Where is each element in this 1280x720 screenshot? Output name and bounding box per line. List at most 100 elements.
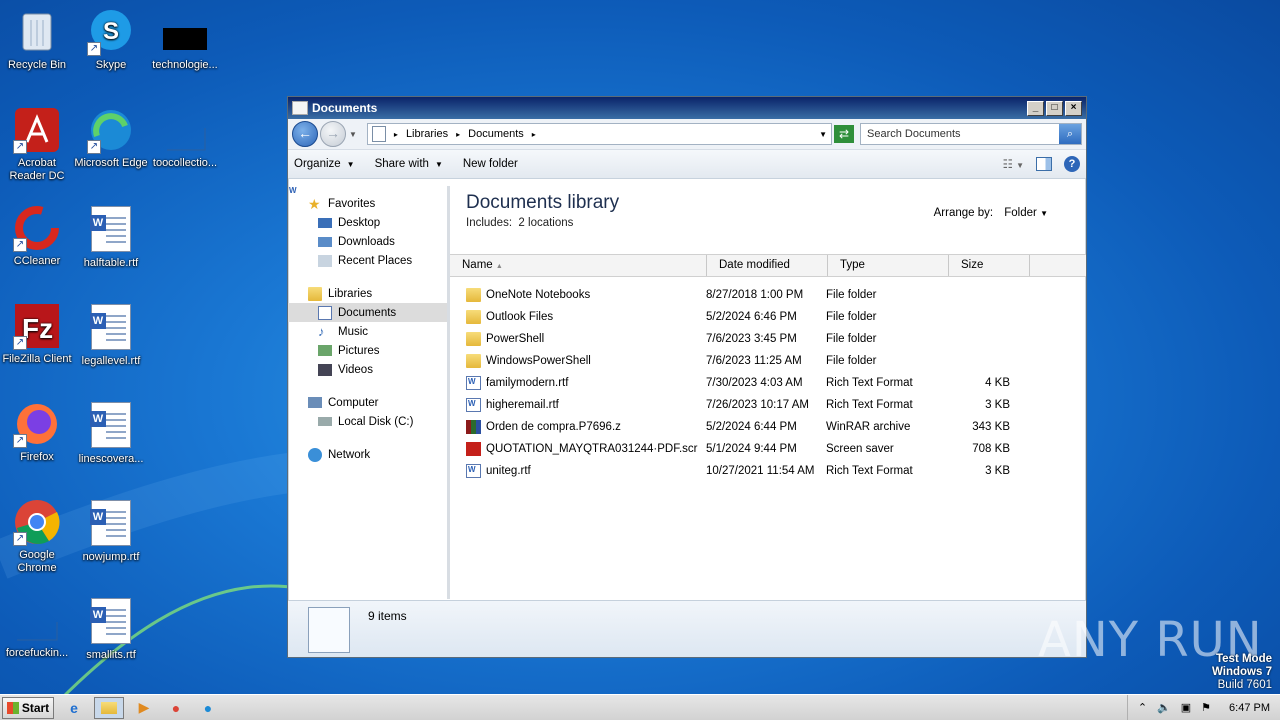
includes-label: Includes: bbox=[466, 217, 513, 229]
help-icon[interactable]: ? bbox=[1064, 156, 1080, 172]
file-row[interactable]: familymodern.rtf 7/30/2023 4:03 AM Rich Te… bbox=[450, 372, 1086, 394]
minimize-button[interactable]: _ bbox=[1027, 100, 1044, 116]
folder-icon bbox=[466, 288, 481, 302]
nav-downloads[interactable]: Downloads bbox=[288, 232, 447, 251]
address-field[interactable]: ▸ Libraries ▸ Documents ▸ ▼ bbox=[366, 123, 832, 145]
nav-recent-places[interactable]: Recent Places bbox=[288, 251, 447, 270]
desktop-icon-filezilla[interactable]: Fz ↗ FileZilla Client bbox=[0, 302, 74, 366]
maximize-button[interactable]: □ bbox=[1046, 100, 1063, 116]
desktop-icon-smallits[interactable]: W smallits.rtf bbox=[74, 596, 148, 662]
file-type: Rich Text Format bbox=[826, 399, 913, 411]
breadcrumb-documents[interactable]: Documents bbox=[468, 128, 524, 140]
desktop-icon-skype[interactable]: S ↗ Skype bbox=[74, 8, 148, 72]
desktop-icon-linescovera[interactable]: W linescovera... bbox=[74, 400, 148, 466]
file-type: Rich Text Format bbox=[826, 377, 913, 389]
nav-libraries[interactable]: Libraries bbox=[288, 284, 447, 303]
desktop-icon-forcefuckin[interactable]: forcefuckin... bbox=[0, 596, 74, 660]
search-input[interactable]: Search Documents ⌕ bbox=[860, 123, 1082, 145]
file-type: File folder bbox=[826, 311, 877, 323]
file-row[interactable]: Orden de compra.P7696.z 5/2/2024 6:44 PM W… bbox=[450, 416, 1086, 438]
file-list: OneNote Notebooks 8/27/2018 1:00 PM File f… bbox=[450, 277, 1086, 482]
file-date: 5/1/2024 9:44 PM bbox=[706, 443, 797, 455]
desktop-icon-ccleaner[interactable]: ↗ CCleaner bbox=[0, 204, 74, 268]
new-folder-button[interactable]: New folder bbox=[463, 158, 518, 170]
rtf-icon bbox=[466, 376, 481, 390]
taskbar-edge-icon[interactable]: ● bbox=[196, 698, 220, 718]
shortcut-arrow-icon: ↗ bbox=[13, 140, 27, 154]
nav-computer[interactable]: Computer bbox=[288, 393, 447, 412]
network-tray-icon[interactable]: ▣ bbox=[1181, 701, 1191, 714]
chrome-icon: ↗ bbox=[13, 498, 61, 546]
column-type[interactable]: Type bbox=[828, 255, 949, 276]
address-dropdown-icon[interactable]: ▼ bbox=[819, 130, 827, 139]
desktop-icon-acrobat[interactable]: ↗ Acrobat Reader DC bbox=[0, 106, 74, 183]
back-button[interactable]: ← bbox=[292, 121, 318, 147]
nav-documents[interactable]: Documents bbox=[288, 303, 447, 322]
taskbar-media-player-icon[interactable]: ▶ bbox=[132, 698, 156, 718]
library-documents-icon bbox=[308, 607, 350, 653]
nav-pictures[interactable]: Pictures bbox=[288, 341, 447, 360]
arrange-by-dropdown[interactable]: Folder ▼ bbox=[1004, 207, 1048, 219]
desktop-icon-edge[interactable]: ↗ Microsoft Edge bbox=[74, 106, 148, 170]
nav-network[interactable]: Network bbox=[288, 445, 447, 464]
forward-button[interactable]: → bbox=[320, 121, 346, 147]
volume-icon[interactable]: 🔈 bbox=[1157, 701, 1171, 714]
rar-icon bbox=[466, 420, 481, 434]
file-name: familymodern.rtf bbox=[486, 377, 569, 389]
start-button[interactable]: Start bbox=[2, 696, 54, 719]
show-hidden-icons-icon[interactable]: ⌃ bbox=[1138, 701, 1147, 714]
file-date: 7/6/2023 3:45 PM bbox=[706, 333, 797, 345]
file-row[interactable]: QUOTATION_MAYQTRA031244·PDF.scr 5/1/2024 … bbox=[450, 438, 1086, 460]
column-size[interactable]: Size bbox=[949, 255, 1030, 276]
file-row[interactable]: Outlook Files 5/2/2024 6:46 PM File folder bbox=[450, 306, 1086, 328]
share-with-button[interactable]: Share with ▼ bbox=[375, 158, 443, 170]
action-center-flag-icon[interactable]: ⚑ bbox=[1201, 701, 1211, 714]
pdf-icon bbox=[466, 442, 481, 456]
desktop-icon-recycle-bin[interactable]: Recycle Bin bbox=[0, 8, 74, 72]
search-icon[interactable]: ⌕ bbox=[1059, 124, 1081, 144]
includes-locations-link[interactable]: 2 locations bbox=[518, 217, 573, 229]
breadcrumb-libraries[interactable]: Libraries bbox=[406, 128, 448, 140]
refresh-button[interactable]: ⇄ bbox=[834, 125, 854, 143]
desktop-icon-toocollection[interactable]: toocollectio... bbox=[148, 106, 222, 170]
arrange-by: Arrange by: Folder ▼ bbox=[933, 207, 1048, 219]
desktop-icon-firefox[interactable]: ↗ Firefox bbox=[0, 400, 74, 464]
nav-favorites[interactable]: ★ Favorites bbox=[288, 194, 447, 213]
desktop-icon-technologie[interactable]: technologie... bbox=[148, 8, 222, 72]
taskbar-explorer-icon[interactable] bbox=[94, 696, 124, 719]
nav-desktop[interactable]: Desktop bbox=[288, 213, 447, 232]
windows-logo-icon bbox=[6, 701, 19, 714]
breadcrumb-dropdown-icon[interactable]: ▸ bbox=[532, 130, 536, 139]
clock[interactable]: 6:47 PM bbox=[1229, 702, 1270, 714]
file-name: uniteg.rtf bbox=[486, 465, 531, 477]
desktop-icon-halftable[interactable]: W halftable.rtf bbox=[74, 204, 148, 270]
recent-pages-chevron-icon[interactable]: ▼ bbox=[349, 130, 357, 139]
file-row[interactable]: uniteg.rtf 10/27/2021 11:54 AM Rich Text F… bbox=[450, 460, 1086, 482]
column-date-modified[interactable]: Date modified bbox=[707, 255, 828, 276]
file-icon bbox=[13, 596, 61, 644]
file-row[interactable]: higheremail.rtf 7/26/2023 10:17 AM Rich Te… bbox=[450, 394, 1086, 416]
shortcut-arrow-icon: ↗ bbox=[13, 434, 27, 448]
nav-music[interactable]: ♪ Music bbox=[288, 322, 447, 341]
window-titlebar[interactable]: Documents _ □ × bbox=[288, 97, 1086, 119]
desktop-icon-chrome[interactable]: ↗ Google Chrome bbox=[0, 498, 74, 575]
file-name: WindowsPowerShell bbox=[486, 355, 591, 367]
file-date: 5/2/2024 6:46 PM bbox=[706, 311, 797, 323]
organize-button[interactable]: Organize ▼ bbox=[294, 158, 355, 170]
file-row[interactable]: PowerShell 7/6/2023 3:45 PM File folder bbox=[450, 328, 1086, 350]
taskbar-ie-icon[interactable]: e bbox=[62, 698, 86, 718]
column-name[interactable]: Name ▲ bbox=[450, 255, 707, 276]
desktop-icon-legallevel[interactable]: W legallevel.rtf bbox=[74, 302, 148, 368]
rtf-document-icon: W bbox=[90, 500, 131, 546]
file-row[interactable]: OneNote Notebooks 8/27/2018 1:00 PM File f… bbox=[450, 284, 1086, 306]
file-type: File folder bbox=[826, 333, 877, 345]
nav-videos[interactable]: Videos bbox=[288, 360, 447, 379]
file-row[interactable]: WindowsPowerShell 7/6/2023 11:25 AM File f… bbox=[450, 350, 1086, 372]
view-options-icon[interactable]: ☷ ▼ bbox=[1003, 157, 1024, 171]
taskbar-chrome-icon[interactable]: ● bbox=[164, 698, 188, 718]
close-button[interactable]: × bbox=[1065, 100, 1082, 116]
nav-local-disk[interactable]: Local Disk (C:) bbox=[288, 412, 447, 431]
desktop-icon-nowjump[interactable]: W nowjump.rtf bbox=[74, 498, 148, 564]
status-bar: 9 items bbox=[288, 600, 1086, 657]
preview-pane-icon[interactable] bbox=[1036, 157, 1052, 171]
